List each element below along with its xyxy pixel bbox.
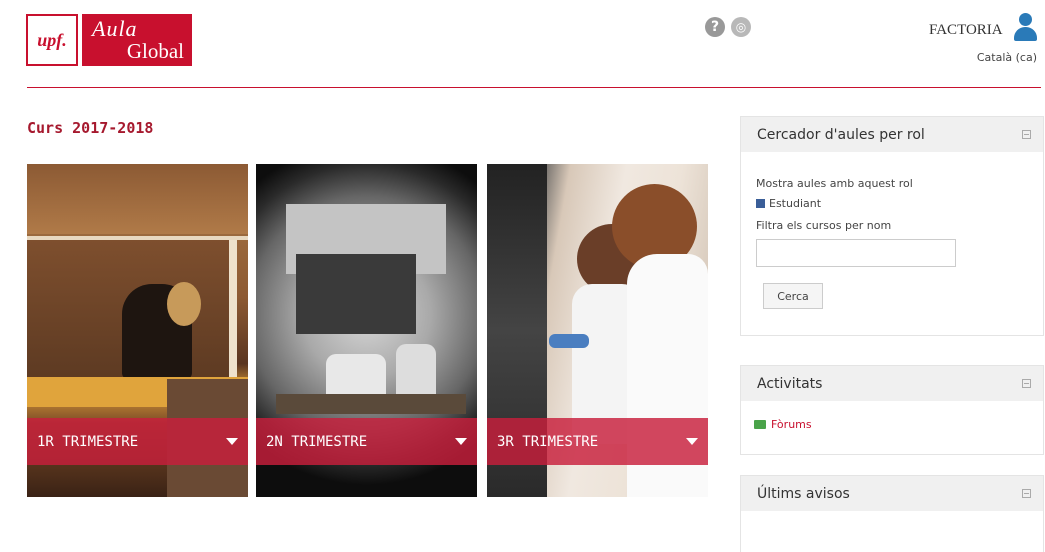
help-icon[interactable]: ?: [705, 17, 725, 37]
logo-global-text: Global: [126, 39, 184, 63]
forums-label: Fòrums: [771, 418, 812, 431]
tile-trimester-3[interactable]: 3R TRIMESTRE: [487, 164, 708, 497]
activities-header[interactable]: Activitats: [741, 366, 1043, 401]
tile-trimester-3-label: 3R TRIMESTRE: [497, 433, 599, 450]
latest-news-header[interactable]: Últims avisos: [741, 476, 1043, 511]
search-by-role-title: Cercador d'aules per rol: [757, 126, 925, 143]
language-selector[interactable]: Català (ca): [977, 51, 1037, 64]
chevron-down-icon[interactable]: [455, 438, 467, 445]
upf-logo-mark: upf.: [26, 14, 78, 66]
course-year-title: Curs 2017-2018: [27, 119, 154, 137]
header-divider: [27, 87, 1041, 88]
tile-trimester-1[interactable]: 1R TRIMESTRE: [27, 164, 248, 497]
tile-trimester-2[interactable]: 2N TRIMESTRE: [256, 164, 477, 497]
header-help-icons: ? ◎: [705, 17, 751, 37]
tile-trimester-1-bar[interactable]: 1R TRIMESTRE: [27, 418, 248, 465]
filter-label: Filtra els cursos per nom: [756, 219, 892, 232]
collapse-icon[interactable]: [1022, 489, 1031, 498]
search-button[interactable]: Cerca: [763, 283, 823, 309]
tile-trimester-3-bar[interactable]: 3R TRIMESTRE: [487, 418, 708, 465]
forum-icon: [754, 420, 766, 429]
tile-trimester-2-label: 2N TRIMESTRE: [266, 433, 368, 450]
forums-link[interactable]: Fòrums: [754, 418, 812, 431]
role-description: Mostra aules amb aquest rol: [756, 177, 913, 190]
upf-aula-global-logo[interactable]: upf. Aula Global: [26, 14, 192, 66]
course-filter-input[interactable]: [756, 239, 956, 267]
tile-trimester-2-bar[interactable]: 2N TRIMESTRE: [256, 418, 477, 465]
latest-news-title: Últims avisos: [757, 485, 850, 502]
user-name[interactable]: FACTORIA: [929, 22, 1003, 39]
activities-block: Activitats Fòrums: [740, 365, 1044, 455]
user-icon[interactable]: [1013, 13, 1037, 43]
search-by-role-block: Cercador d'aules per rol Mostra aules am…: [740, 116, 1044, 336]
latest-news-block: Últims avisos: [740, 475, 1044, 552]
role-option[interactable]: Estudiant: [756, 197, 821, 210]
activities-title: Activitats: [757, 375, 823, 392]
tile-trimester-1-label: 1R TRIMESTRE: [37, 433, 139, 450]
collapse-icon[interactable]: [1022, 379, 1031, 388]
lifebuoy-icon[interactable]: ◎: [731, 17, 751, 37]
chevron-down-icon[interactable]: [686, 438, 698, 445]
student-icon: [756, 199, 765, 208]
aula-global-logo-mark: Aula Global: [82, 14, 192, 66]
search-by-role-header[interactable]: Cercador d'aules per rol: [741, 117, 1043, 152]
role-option-label: Estudiant: [769, 197, 822, 210]
chevron-down-icon[interactable]: [226, 438, 238, 445]
collapse-icon[interactable]: [1022, 130, 1031, 139]
